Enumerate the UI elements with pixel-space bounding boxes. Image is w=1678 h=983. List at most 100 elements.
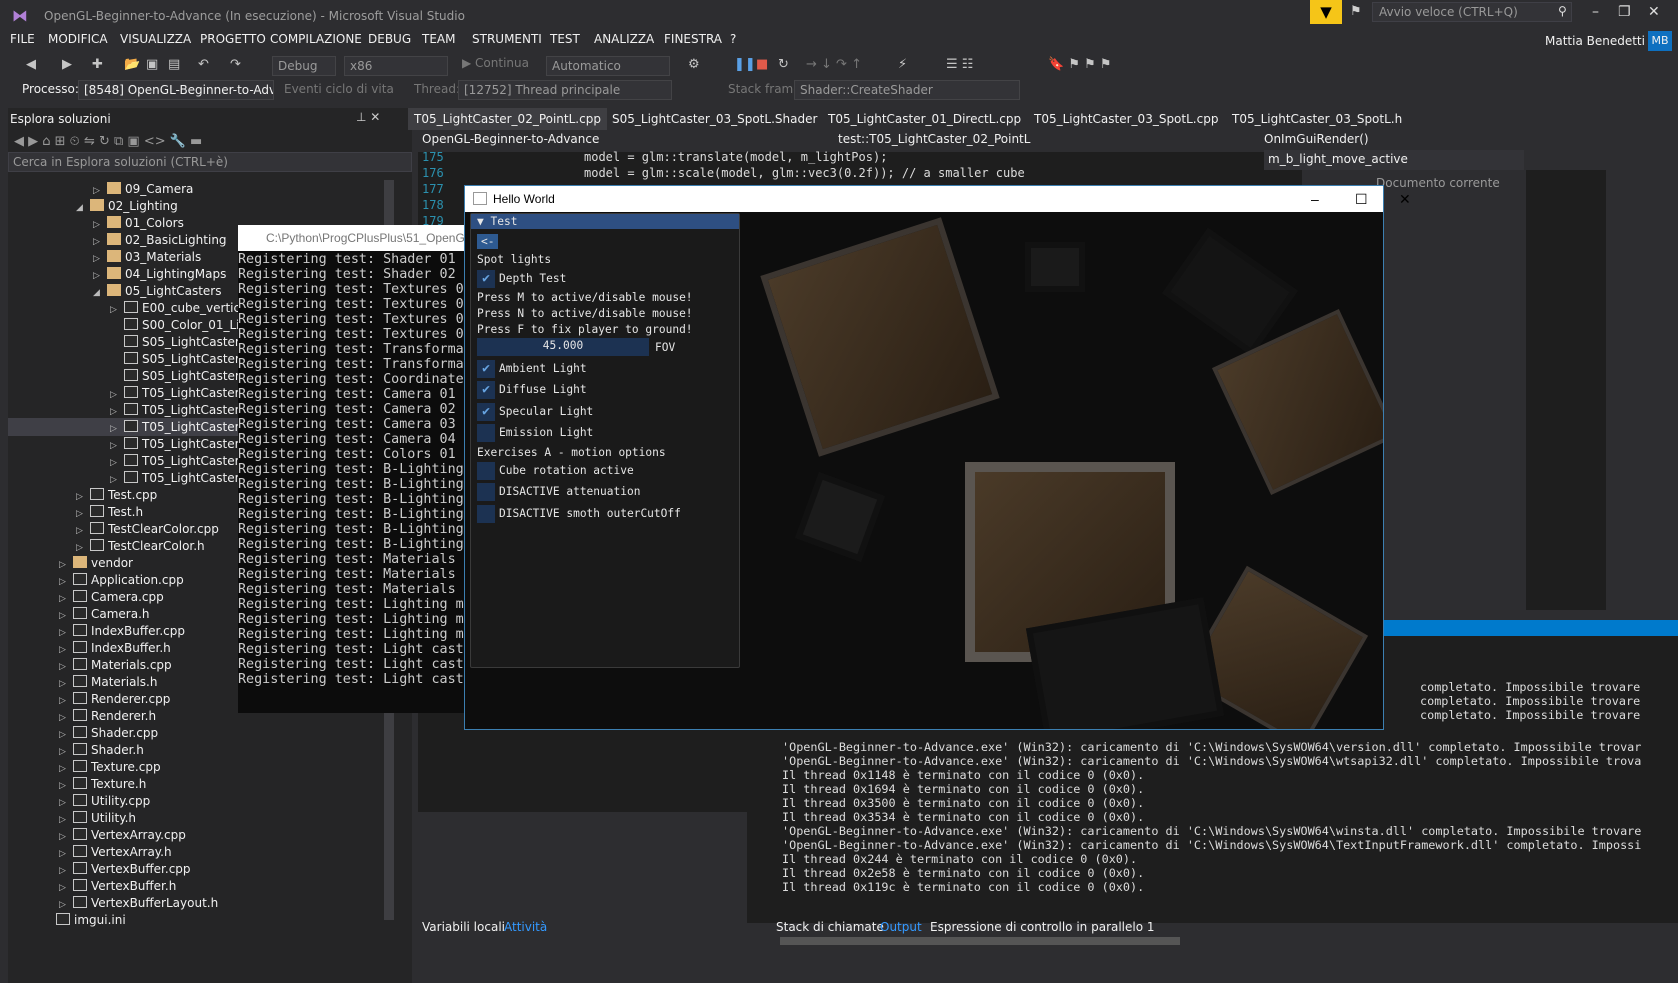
file-icon bbox=[73, 811, 87, 823]
user-name[interactable]: Mattia Benedetti bbox=[1545, 34, 1645, 48]
process-select[interactable]: [8548] OpenGL-Beginner-to-Advai bbox=[78, 80, 274, 100]
tab-document[interactable]: T05_LightCaster_03_SpotL.h bbox=[1226, 108, 1408, 130]
close-button[interactable]: ✕ bbox=[1648, 4, 1660, 20]
tab-document[interactable]: T05_LightCaster_02_PointL.cpp bbox=[408, 108, 607, 130]
thread-select[interactable]: [12752] Thread principale bbox=[458, 80, 672, 100]
restart-icon[interactable]: ↻ bbox=[778, 57, 789, 72]
menu-item-finestra[interactable]: FINESTRA bbox=[664, 32, 722, 46]
save-all-icon[interactable]: ▤ bbox=[168, 57, 180, 72]
tree-item[interactable]: ▷ VertexArray.h bbox=[8, 843, 412, 861]
platform-select[interactable]: x86 bbox=[344, 56, 448, 76]
menu-item-test[interactable]: TEST bbox=[550, 32, 580, 46]
emission-light-checkbox[interactable]: Emission Light bbox=[477, 424, 593, 442]
tab-locals[interactable]: Variabili locali bbox=[422, 917, 505, 937]
continue-button[interactable]: ▶ Continua bbox=[462, 56, 529, 70]
forward-icon[interactable]: ▶ bbox=[62, 57, 72, 72]
tab-document[interactable]: T05_LightCaster_01_DirectL.cpp bbox=[822, 108, 1027, 130]
menu-item-team[interactable]: TEAM bbox=[422, 32, 455, 46]
lifecycle-events[interactable]: Eventi ciclo di vita bbox=[284, 82, 394, 96]
minimap[interactable] bbox=[1526, 170, 1606, 610]
stack-frame-select[interactable]: Shader::CreateShader bbox=[794, 80, 1020, 100]
imgui-header[interactable]: ▼ Test bbox=[471, 214, 739, 229]
find-input[interactable]: m_b_light_move_active bbox=[1268, 152, 1408, 166]
bookmark-icon[interactable]: 🔖 ⚑ ⚑ ⚑ bbox=[1048, 57, 1112, 72]
tree-item[interactable]: ▷ Texture.cpp bbox=[8, 758, 412, 776]
auto-select[interactable]: Automatico bbox=[546, 56, 670, 76]
menu-item-q[interactable]: ? bbox=[730, 32, 736, 46]
tab-document[interactable]: T05_LightCaster_03_SpotL.cpp bbox=[1028, 108, 1224, 130]
tab-document[interactable]: S05_LightCaster_03_SpotL.Shader bbox=[606, 108, 823, 130]
tab-activity[interactable]: Attività bbox=[504, 917, 547, 937]
tree-item[interactable]: ▷ Shader.h bbox=[8, 741, 412, 759]
tree-item[interactable]: imgui.ini bbox=[8, 911, 412, 929]
menu-item-compilazione[interactable]: COMPILAZIONE bbox=[270, 32, 362, 46]
fov-slider[interactable]: 45.000 bbox=[477, 338, 649, 356]
hello-minimize-button[interactable]: – bbox=[1311, 186, 1319, 212]
tree-item[interactable]: ▷ VertexBuffer.h bbox=[8, 877, 412, 895]
menu-item-file[interactable]: FILE bbox=[10, 32, 35, 46]
nav-member[interactable]: OnImGuiRender() bbox=[1264, 132, 1369, 146]
configuration-select[interactable]: Debug bbox=[272, 56, 336, 76]
menu-item-strumenti[interactable]: STRUMENTI bbox=[472, 32, 542, 46]
tree-item[interactable]: ▷ VertexBufferLayout.h bbox=[8, 894, 412, 912]
tree-item[interactable]: ▷ 09_Camera bbox=[8, 180, 412, 198]
redo-icon[interactable]: ↷ bbox=[230, 57, 241, 72]
tree-item-label: T05_LightCaster_0 bbox=[142, 454, 254, 468]
file-icon bbox=[124, 403, 138, 415]
quick-launch-input[interactable]: Avvio veloce (CTRL+Q) bbox=[1372, 2, 1572, 22]
depth-test-checkbox[interactable]: ✔ Depth Test bbox=[477, 270, 566, 288]
outer-cutoff-checkbox[interactable]: DISACTIVE smoth outerCutOff bbox=[477, 505, 681, 523]
tree-item-label: TestClearColor.h bbox=[108, 539, 205, 553]
tree-item-label: Texture.h bbox=[91, 777, 147, 791]
tree-item[interactable]: ▷ VertexBuffer.cpp bbox=[8, 860, 412, 878]
menu-item-visualizza[interactable]: VISUALIZZA bbox=[120, 32, 191, 46]
avatar[interactable]: MB bbox=[1648, 31, 1672, 51]
pause-icon[interactable]: ❚❚ bbox=[734, 57, 756, 72]
hello-close-button[interactable]: ✕ bbox=[1399, 186, 1411, 212]
menu-item-debug[interactable]: DEBUG bbox=[368, 32, 411, 46]
solution-search-input[interactable]: Cerca in Esplora soluzioni (CTRL+è) bbox=[8, 152, 412, 172]
step-icon[interactable]: → ↓ ↷ ↑ bbox=[806, 57, 862, 72]
tree-item[interactable]: ▷ Utility.cpp bbox=[8, 792, 412, 810]
solution-toolbar-icons[interactable]: ◀ ▶ ⌂ ⊞ ⏲ ⇋ ↻ ⧉ ▣ <> 🔧 ▬ bbox=[14, 134, 202, 149]
minimize-button[interactable]: – bbox=[1592, 4, 1599, 20]
threads-icon[interactable]: ☰ ☷ bbox=[946, 57, 973, 72]
menu-item-modifica[interactable]: MODIFICA bbox=[48, 32, 108, 46]
ambient-light-checkbox[interactable]: ✔ Ambient Light bbox=[477, 360, 587, 378]
feedback-filter-icon[interactable]: ▼ bbox=[1310, 0, 1342, 24]
hex-icon[interactable]: ⚡ bbox=[898, 57, 907, 72]
cube-rotation-checkbox[interactable]: Cube rotation active bbox=[477, 462, 634, 480]
stop-icon[interactable]: ■ bbox=[756, 57, 768, 72]
save-icon[interactable]: ▣ bbox=[146, 57, 158, 72]
back-icon[interactable]: ◀ bbox=[26, 57, 36, 72]
open-icon[interactable]: 📂 bbox=[124, 57, 140, 72]
tree-item[interactable]: ◢ 02_Lighting bbox=[8, 197, 412, 215]
menu-item-analizza[interactable]: ANALIZZA bbox=[594, 32, 654, 46]
nav-scope[interactable]: test::T05_LightCaster_02_PointL bbox=[838, 132, 1030, 146]
restore-button[interactable]: ❐ bbox=[1618, 4, 1631, 20]
tree-item[interactable]: ▷ Shader.cpp bbox=[8, 724, 412, 742]
pin-icon[interactable]: ⊥ ✕ bbox=[356, 110, 380, 124]
tab-parallel-watch[interactable]: Espressione di controllo in parallelo 1 bbox=[930, 917, 1155, 937]
tree-item[interactable]: ▷ VertexArray.cpp bbox=[8, 826, 412, 844]
ambient-light-label: Ambient Light bbox=[499, 362, 587, 375]
diffuse-light-checkbox[interactable]: ✔ Diffuse Light bbox=[477, 381, 587, 399]
find-scope[interactable]: Documento corrente bbox=[1376, 176, 1500, 190]
tree-item-label: T05_LightCaster_0 bbox=[142, 471, 254, 485]
attach-icon[interactable]: ⚙ bbox=[688, 57, 700, 72]
hello-maximize-button[interactable]: ☐ bbox=[1355, 186, 1368, 212]
output-scrollbar[interactable] bbox=[780, 937, 1180, 945]
output-line: Il thread 0x3500 è terminato con il codi… bbox=[782, 796, 1145, 810]
undo-icon[interactable]: ↶ bbox=[198, 57, 209, 72]
notification-icon[interactable]: ⚑ bbox=[1350, 4, 1362, 19]
tree-item[interactable]: ▷ Texture.h bbox=[8, 775, 412, 793]
back-button[interactable]: <- bbox=[477, 234, 499, 249]
nav-project[interactable]: OpenGL-Beginner-to-Advance bbox=[422, 132, 599, 146]
specular-light-checkbox[interactable]: ✔ Specular Light bbox=[477, 403, 593, 421]
tab-output[interactable]: Output bbox=[880, 917, 922, 937]
attenuation-checkbox[interactable]: DISACTIVE attenuation bbox=[477, 483, 640, 501]
tab-call-stack[interactable]: Stack di chiamate bbox=[776, 917, 884, 937]
new-project-icon[interactable]: ✚ bbox=[92, 57, 103, 72]
tree-item[interactable]: ▷ Utility.h bbox=[8, 809, 412, 827]
menu-item-progetto[interactable]: PROGETTO bbox=[200, 32, 266, 46]
